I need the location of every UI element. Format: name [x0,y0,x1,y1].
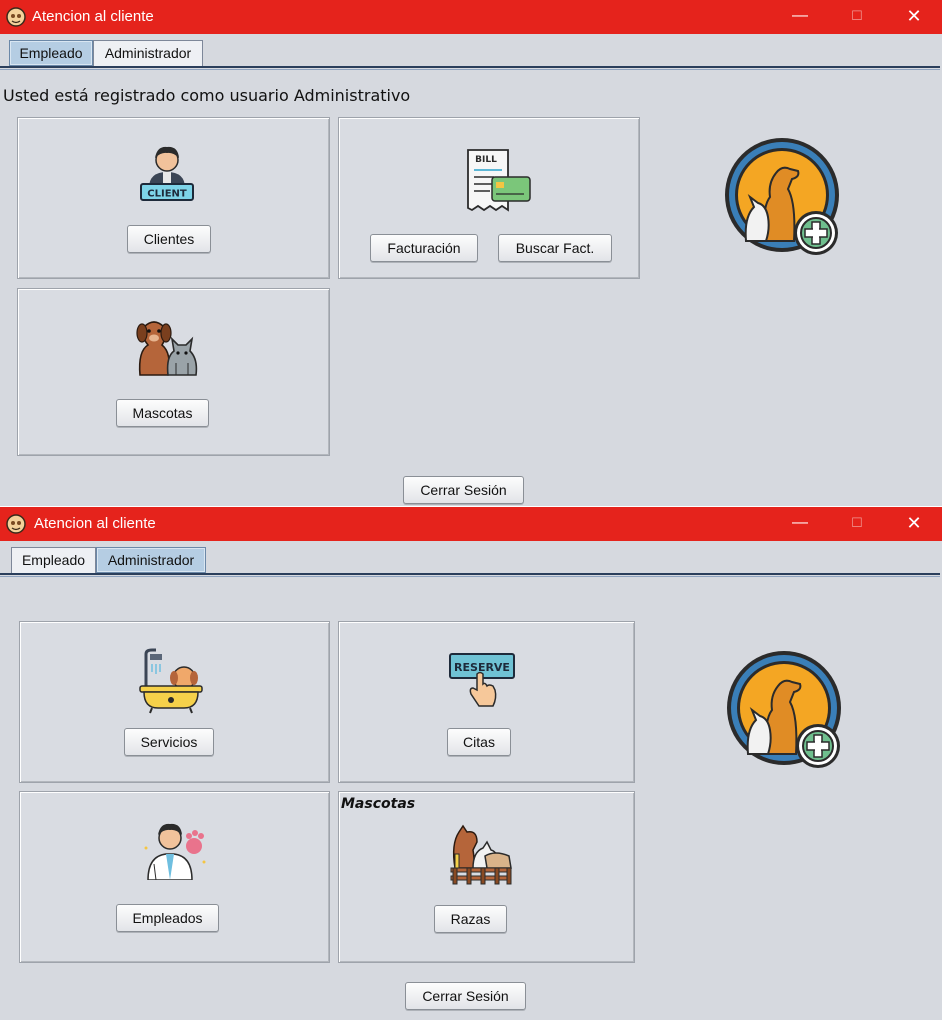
minimize-button[interactable]: — [777,507,823,541]
client-icon: CLIENT [140,146,194,201]
empleados-button[interactable]: Empleados [116,904,219,932]
close-button[interactable]: ✕ [891,507,937,541]
reserve-icon: RESERVE [449,653,515,707]
clientes-button[interactable]: Clientes [127,225,211,253]
citas-panel: RESERVE Citas [338,621,635,783]
vet-employee-icon [144,823,206,880]
empleados-panel: Empleados [19,791,330,963]
servicios-panel: Servicios [19,621,330,783]
app-icon [6,7,26,27]
tab-empleado[interactable]: Empleado [11,547,96,573]
tab-divider-shadow [0,69,940,70]
logout-button[interactable]: Cerrar Sesión [403,476,524,504]
tab-divider-shadow [0,576,940,577]
window-title: Atencion al cliente [34,515,156,532]
tab-divider [0,66,940,68]
tab-divider [0,573,940,575]
employee-window: Atencion al cliente — ☐ ✕ Empleado Admin… [0,0,942,506]
app-icon [6,514,26,534]
razas-panel: Mascotas Razas [338,791,635,963]
admin-window: Atencion al cliente — ☐ ✕ Empleado Admin… [0,507,942,1020]
minimize-button[interactable]: — [777,0,823,34]
tab-administrador[interactable]: Administrador [93,40,203,66]
pets-icon [136,321,198,376]
vet-logo-icon [725,138,839,255]
login-info-text: Usted está registrado como usuario Admin… [3,86,411,105]
clientes-panel: CLIENT Clientes [17,117,330,279]
buscar-fact-button[interactable]: Buscar Fact. [498,234,612,262]
window-title: Atencion al cliente [32,8,154,25]
citas-button[interactable]: Citas [447,728,511,756]
bill-icon: BILL [467,149,531,212]
reserve-icon-text: RESERVE [454,661,510,674]
close-button[interactable]: ✕ [891,0,937,34]
logout-button[interactable]: Cerrar Sesión [405,982,526,1010]
vet-logo-icon [727,651,841,768]
facturacion-button[interactable]: Facturación [370,234,478,262]
maximize-button[interactable]: ☐ [834,507,880,541]
title-bar: Atencion al cliente — ☐ ✕ [0,507,942,541]
title-bar: Atencion al cliente — ☐ ✕ [0,0,942,34]
mascotas-button[interactable]: Mascotas [116,399,209,427]
bill-icon-text: BILL [475,155,497,165]
breeds-icon [450,824,512,885]
facturacion-panel: BILL Facturación Buscar Fact. [338,117,640,279]
maximize-button[interactable]: ☐ [834,0,880,34]
tab-administrador[interactable]: Administrador [96,547,206,573]
pet-bath-icon [139,648,203,714]
razas-panel-title: Mascotas [341,796,416,812]
mascotas-panel: Mascotas [17,288,330,456]
razas-button[interactable]: Razas [434,905,507,933]
servicios-button[interactable]: Servicios [124,728,214,756]
tab-empleado[interactable]: Empleado [9,40,93,66]
client-icon-text: CLIENT [147,189,187,200]
